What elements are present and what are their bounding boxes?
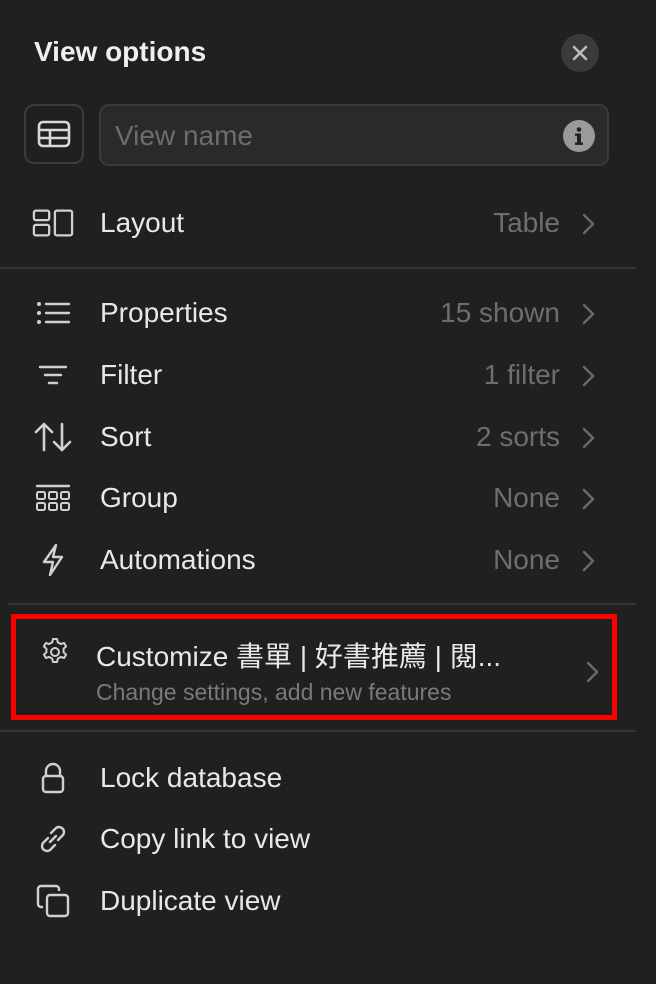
sort-row[interactable]: Sort 2 sorts <box>0 409 656 465</box>
filter-icon <box>32 357 74 393</box>
properties-row[interactable]: Properties 15 shown <box>0 285 656 341</box>
customize-database-row[interactable]: Customize 書單 | 好書推薦 | 閱... Change settin… <box>11 614 617 720</box>
automations-label: Automations <box>100 544 256 575</box>
divider <box>8 603 636 605</box>
chevron-right-icon <box>582 427 595 449</box>
sort-value: 2 sorts <box>475 421 560 452</box>
customize-title: Customize 書單 | 好書推薦 | 閱... <box>96 641 502 672</box>
copy-link-label: Copy link to view <box>100 823 311 854</box>
automations-value: None <box>493 544 560 575</box>
filter-value: 1 filter <box>483 359 560 390</box>
group-row[interactable]: Group None <box>0 470 656 526</box>
lightning-bolt-icon <box>32 542 74 578</box>
customize-subtitle: Change settings, add new features <box>96 679 452 705</box>
filter-row[interactable]: Filter 1 filter <box>0 347 656 403</box>
chevron-right-icon <box>586 661 599 683</box>
group-icon <box>32 480 74 516</box>
lock-database-label: Lock database <box>100 762 283 793</box>
view-type-icon-button[interactable] <box>24 104 84 164</box>
lock-database-row[interactable]: Lock database <box>0 750 656 806</box>
duplicate-icon <box>32 883 74 919</box>
panel-title: View options <box>34 36 207 67</box>
view-options-panel: View options View name Layout Table Prop… <box>0 0 656 984</box>
filter-label: Filter <box>100 359 163 390</box>
link-icon <box>32 821 74 857</box>
chevron-right-icon <box>582 550 595 572</box>
layout-label: Layout <box>100 207 185 238</box>
divider <box>0 267 636 269</box>
group-value: None <box>493 482 560 513</box>
chevron-right-icon <box>582 213 595 235</box>
layout-row[interactable]: Layout Table <box>0 195 656 251</box>
properties-label: Properties <box>100 297 228 328</box>
properties-value: 15 shown <box>440 297 560 328</box>
gear-icon <box>42 638 68 663</box>
layout-value: Table <box>493 207 560 238</box>
view-name-field <box>99 104 609 166</box>
automations-row[interactable]: Automations None <box>0 532 656 588</box>
chevron-right-icon <box>582 488 595 510</box>
list-icon <box>32 295 74 331</box>
info-icon[interactable] <box>563 120 595 152</box>
table-icon <box>37 120 71 148</box>
view-name-input[interactable] <box>113 106 547 166</box>
duplicate-view-row[interactable]: Duplicate view <box>0 873 656 929</box>
close-icon <box>572 45 588 61</box>
duplicate-view-label: Duplicate view <box>100 885 281 916</box>
chevron-right-icon <box>582 303 595 325</box>
chevron-right-icon <box>582 365 595 387</box>
divider <box>0 730 636 732</box>
copy-link-row[interactable]: Copy link to view <box>0 811 656 867</box>
sort-arrows-icon <box>32 419 74 455</box>
group-label: Group <box>100 482 178 513</box>
layout-icon <box>32 205 74 241</box>
lock-icon <box>32 760 74 796</box>
close-button[interactable] <box>561 34 599 72</box>
sort-label: Sort <box>100 421 152 452</box>
